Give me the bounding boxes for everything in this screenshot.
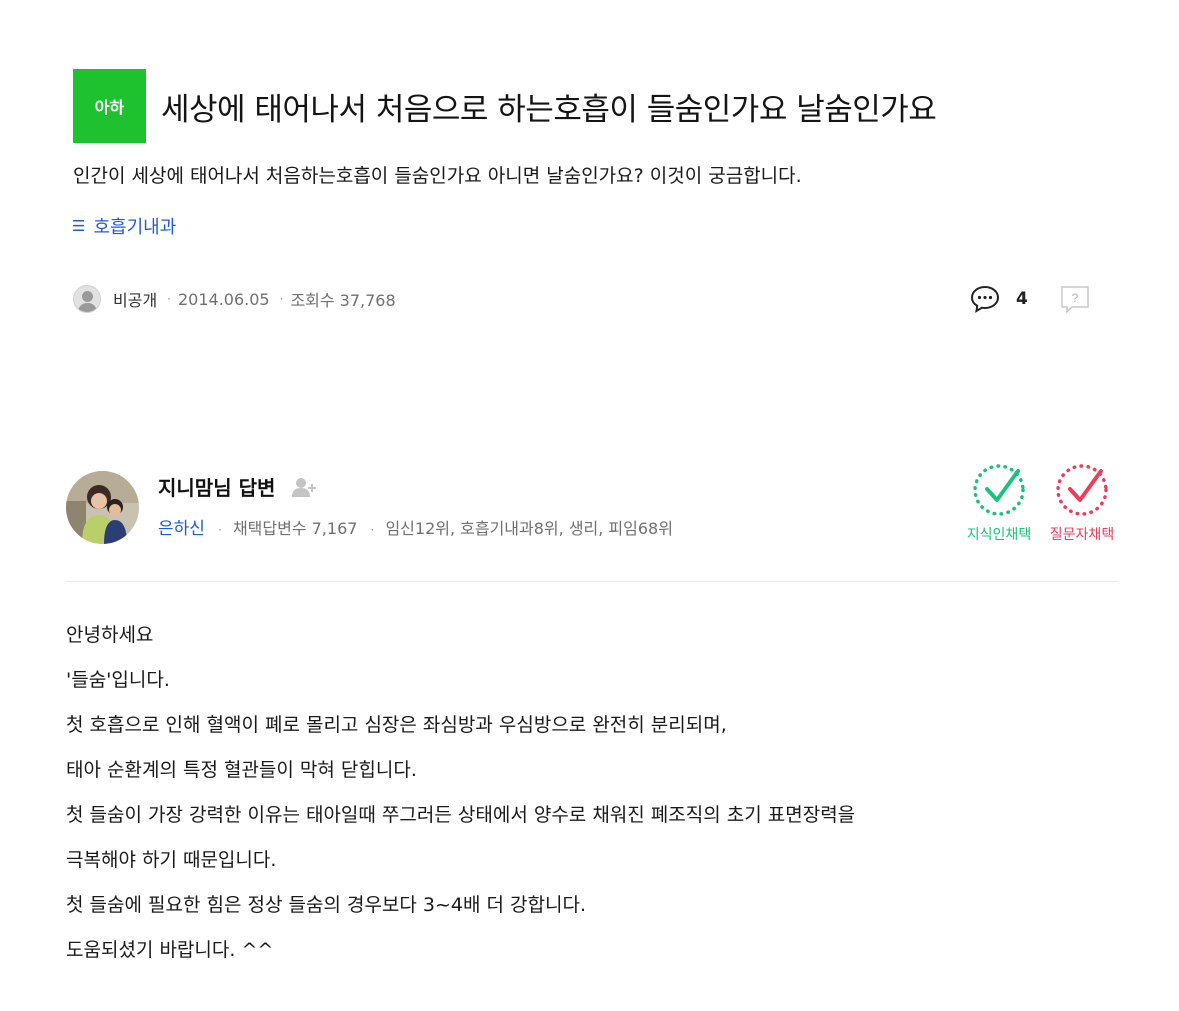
meta-separator: ·: [167, 292, 171, 306]
check-circle-icon: [973, 464, 1025, 516]
answerer-meta: 은하신 · 채택답변수 7,167 · 임신12위, 호흡기내과8위, 생리, …: [158, 514, 673, 539]
answer-header: 지니맘님 답변 은하신 · 채택답변수 7,167 · 임신12위, 호흡기내과…: [66, 464, 1118, 550]
question-header: 아하 세상에 태어나서 처음으로 하는호흡이 들숨인가요 날숨인가요: [73, 68, 1133, 144]
answer-line: 도움되셨기 바랍니다. ^^: [66, 939, 274, 961]
answerer-stats: 채택답변수 7,167: [232, 519, 358, 538]
anonymous-avatar-icon: [73, 285, 101, 313]
meta-separator: ·: [218, 523, 222, 537]
check-circle-icon: [1056, 464, 1108, 516]
answerer-name-row: 지니맘님 답변: [158, 472, 317, 501]
meta-separator: ·: [370, 523, 375, 537]
question-report-icon[interactable]: ?: [1058, 282, 1092, 316]
category-label: 호흡기내과: [93, 217, 177, 238]
question-views: 조회수 37,768: [290, 291, 396, 310]
list-icon: ☰: [72, 217, 86, 235]
question-author: 비공개: [113, 291, 158, 310]
answer-line: 안녕하세요: [66, 624, 154, 646]
person-add-icon[interactable]: [291, 475, 317, 499]
answer-line: 첫 호흡으로 인해 혈액이 폐로 몰리고 심장은 좌심방과 우심방으로 완전히 …: [66, 714, 727, 736]
expert-choice-label: 지식인채택: [966, 527, 1032, 543]
category-link[interactable]: ☰ 호흡기내과: [72, 213, 176, 239]
answerer-rankings: 임신12위, 호흡기내과8위, 생리, 피임68위: [385, 519, 673, 538]
aha-badge: 아하: [73, 69, 146, 143]
meta-separator: ·: [279, 292, 284, 306]
answer-line: 첫 들숨에 필요한 힘은 정상 들숨의 경우보다 3~4배 더 강합니다.: [66, 894, 587, 916]
question-body: 인간이 세상에 태어나서 처음하는호흡이 들숨인가요 아니면 날숨인가요? 이것…: [73, 165, 802, 187]
question-meta: 비공개 · 2014.06.05 · 조회수 37,768: [73, 284, 396, 314]
expert-choice-badge: 지식인채택: [959, 462, 1039, 544]
answerer-level[interactable]: 은하신: [158, 519, 205, 539]
answer-divider: [66, 581, 1118, 582]
answerer-name[interactable]: 지니맘님 답변: [158, 472, 275, 501]
speech-bubble-icon[interactable]: [968, 282, 1002, 316]
question-date: 2014.06.05: [178, 289, 270, 309]
question-actions: 4 ?: [968, 281, 1108, 317]
answer-line: 극복해야 하기 때문입니다.: [66, 849, 277, 871]
svg-text:?: ?: [1072, 291, 1079, 305]
answer-line: '들숨'입니다.: [66, 669, 170, 691]
asker-choice-badge: 질문자채택: [1042, 462, 1122, 544]
question-title: 세상에 태어나서 처음으로 하는호흡이 들숨인가요 날숨인가요: [161, 91, 937, 128]
answer-line: 첫 들숨이 가장 강력한 이유는 태아일때 쭈그러든 상태에서 양수로 채워진 …: [66, 804, 856, 826]
comment-count: 4: [1016, 289, 1028, 309]
asker-choice-label: 질문자채택: [1049, 527, 1115, 543]
answerer-avatar[interactable]: [66, 471, 139, 544]
answer-line: 태아 순환계의 특정 혈관들이 막혀 닫힙니다.: [66, 759, 417, 781]
answer-body: 안녕하세요 '들숨'입니다. 첫 호흡으로 인해 혈액이 폐로 몰리고 심장은 …: [66, 617, 1126, 977]
